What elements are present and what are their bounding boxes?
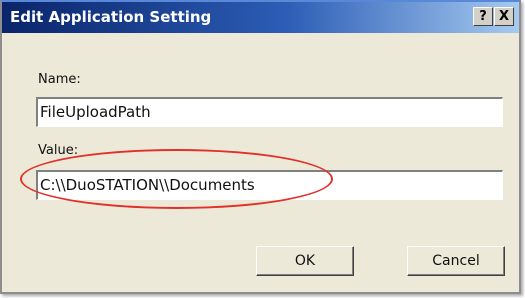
value-label: Value: <box>38 143 79 158</box>
close-button[interactable]: X <box>494 7 514 26</box>
help-icon: ? <box>479 9 487 24</box>
edit-application-setting-dialog: Edit Application Setting ? X Name: FileU… <box>0 0 521 294</box>
name-label: Name: <box>38 72 81 87</box>
name-field[interactable]: FileUploadPath <box>36 97 503 127</box>
value-field[interactable]: C:\\DuoSTATION\\Documents <box>36 170 503 200</box>
help-button[interactable]: ? <box>473 7 493 26</box>
cancel-button[interactable]: Cancel <box>407 246 505 276</box>
close-icon: X <box>498 9 510 24</box>
ok-button[interactable]: OK <box>256 246 354 276</box>
window-title: Edit Application Setting <box>10 8 212 26</box>
title-bar: Edit Application Setting ? X <box>2 2 519 33</box>
